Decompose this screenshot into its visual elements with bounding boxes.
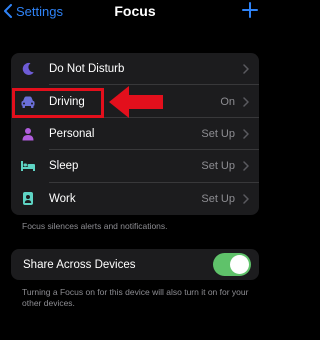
- bed-icon: [20, 158, 36, 174]
- focus-item-sleep[interactable]: Sleep Set Up: [11, 150, 259, 183]
- moon-icon: [20, 61, 36, 77]
- chevron-right-icon: [243, 194, 249, 204]
- annotation-highlight-box: [12, 88, 104, 118]
- share-across-devices-toggle[interactable]: [213, 253, 251, 276]
- badge-icon: [20, 191, 36, 207]
- add-icon[interactable]: [241, 1, 259, 19]
- toggle-knob: [230, 255, 249, 274]
- focus-item-status: Set Up: [201, 192, 235, 205]
- share-across-devices-row: Share Across Devices: [11, 249, 259, 280]
- focus-item-work[interactable]: Work Set Up: [11, 183, 259, 215]
- focus-item-label: Sleep: [49, 160, 79, 173]
- focus-item-status: On: [220, 95, 235, 108]
- chevron-right-icon: [243, 64, 249, 74]
- chevron-right-icon: [243, 161, 249, 172]
- chevron-right-icon: [243, 129, 249, 139]
- share-footer-note: Turning a Focus on for this device will …: [22, 287, 249, 308]
- focus-item-label: Work: [49, 192, 76, 205]
- person-icon: [20, 126, 36, 142]
- annotation-arrow-icon: [109, 86, 163, 118]
- focus-item-label: Personal: [49, 127, 95, 140]
- navigation-bar: Settings Focus: [0, 0, 270, 26]
- focus-item-label: Do Not Disturb: [49, 63, 125, 76]
- focus-item-status: Set Up: [201, 160, 235, 173]
- focus-item-do-not-disturb[interactable]: Do Not Disturb: [11, 53, 259, 86]
- chevron-right-icon: [243, 96, 249, 107]
- focus-list: Do Not Disturb Driving On Personal Set U…: [11, 53, 259, 215]
- focus-item-status: Set Up: [201, 127, 235, 140]
- page-title: Focus: [114, 3, 156, 19]
- focus-footer-note: Focus silences alerts and notifications.: [22, 221, 168, 231]
- focus-item-personal[interactable]: Personal Set Up: [11, 118, 259, 151]
